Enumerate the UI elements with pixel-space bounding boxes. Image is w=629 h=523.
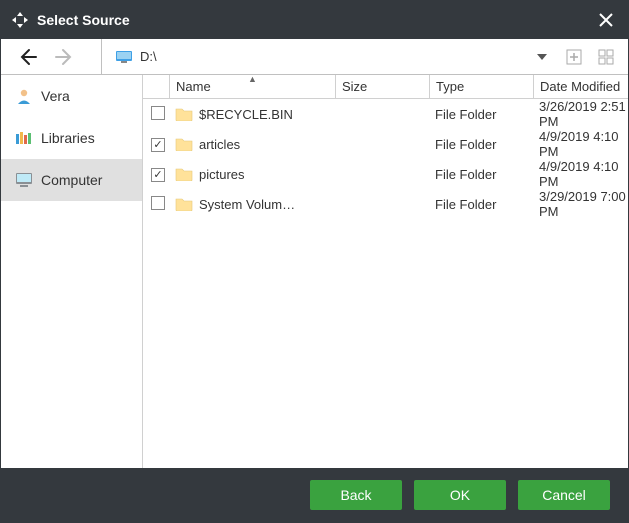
table-row[interactable]: ✓ articles File Folder 4/9/2019 4:10 PM (143, 129, 628, 159)
forward-nav-button[interactable] (55, 47, 75, 67)
table-row[interactable]: System Volum… File Folder 3/29/2019 7:00 P… (143, 189, 628, 219)
new-folder-button[interactable] (564, 47, 584, 67)
file-listing: ▲ Name Size Type Date Modified $RECYCLE.… (143, 75, 628, 468)
sidebar-item-label: Libraries (41, 130, 95, 146)
sidebar: Vera Libraries Computer (1, 75, 143, 468)
path-field[interactable]: D:\ (102, 49, 532, 64)
folder-icon (175, 137, 193, 151)
path-text: D:\ (140, 49, 157, 64)
file-date: 4/9/2019 4:10 PM (539, 159, 619, 189)
view-toggle-button[interactable] (596, 47, 616, 67)
library-icon (15, 129, 33, 147)
col-type[interactable]: Type (429, 75, 533, 98)
user-icon (15, 87, 33, 105)
table-row[interactable]: $RECYCLE.BIN File Folder 3/26/2019 2:51 PM (143, 99, 628, 129)
cancel-button[interactable]: Cancel (518, 480, 610, 510)
window-title: Select Source (37, 12, 130, 28)
folder-icon (175, 197, 193, 211)
titlebar: Select Source (1, 1, 628, 39)
file-name: $RECYCLE.BIN (199, 107, 293, 122)
footer: Back OK Cancel (1, 468, 628, 522)
file-type: File Folder (435, 167, 496, 182)
checkbox[interactable] (151, 106, 165, 120)
file-date: 4/9/2019 4:10 PM (539, 129, 619, 159)
sidebar-item-computer[interactable]: Computer (1, 159, 142, 201)
folder-icon (175, 167, 193, 181)
ok-button[interactable]: OK (414, 480, 506, 510)
folder-icon (175, 107, 193, 121)
file-type: File Folder (435, 107, 496, 122)
table-row[interactable]: ✓ pictures File Folder 4/9/2019 4:10 PM (143, 159, 628, 189)
file-date: 3/26/2019 2:51 PM (539, 99, 626, 129)
checkbox[interactable] (151, 196, 165, 210)
file-name: pictures (199, 167, 245, 182)
file-name: System Volum… (199, 197, 295, 212)
file-date: 3/29/2019 7:00 PM (539, 189, 626, 219)
close-button[interactable] (594, 8, 618, 32)
sort-asc-icon: ▲ (248, 74, 257, 84)
back-button[interactable]: Back (310, 480, 402, 510)
file-name: articles (199, 137, 240, 152)
sidebar-item-label: Vera (41, 88, 70, 104)
sidebar-item-label: Computer (41, 172, 102, 188)
sidebar-item-libraries[interactable]: Libraries (1, 117, 142, 159)
sidebar-item-vera[interactable]: Vera (1, 75, 142, 117)
path-dropdown[interactable] (532, 47, 552, 67)
computer-icon (15, 171, 33, 189)
body: Vera Libraries Computer ▲ Name Size Type… (1, 75, 628, 468)
col-size[interactable]: Size (335, 75, 429, 98)
column-header: ▲ Name Size Type Date Modified (143, 75, 628, 99)
checkbox[interactable]: ✓ (151, 138, 165, 152)
back-nav-button[interactable] (17, 47, 37, 67)
monitor-icon (116, 51, 132, 63)
toolbar: D:\ (1, 39, 628, 75)
col-date[interactable]: Date Modified (533, 75, 628, 98)
checkbox[interactable]: ✓ (151, 168, 165, 182)
file-type: File Folder (435, 137, 496, 152)
file-type: File Folder (435, 197, 496, 212)
app-icon (11, 11, 29, 29)
col-name[interactable]: ▲ Name (169, 75, 335, 98)
